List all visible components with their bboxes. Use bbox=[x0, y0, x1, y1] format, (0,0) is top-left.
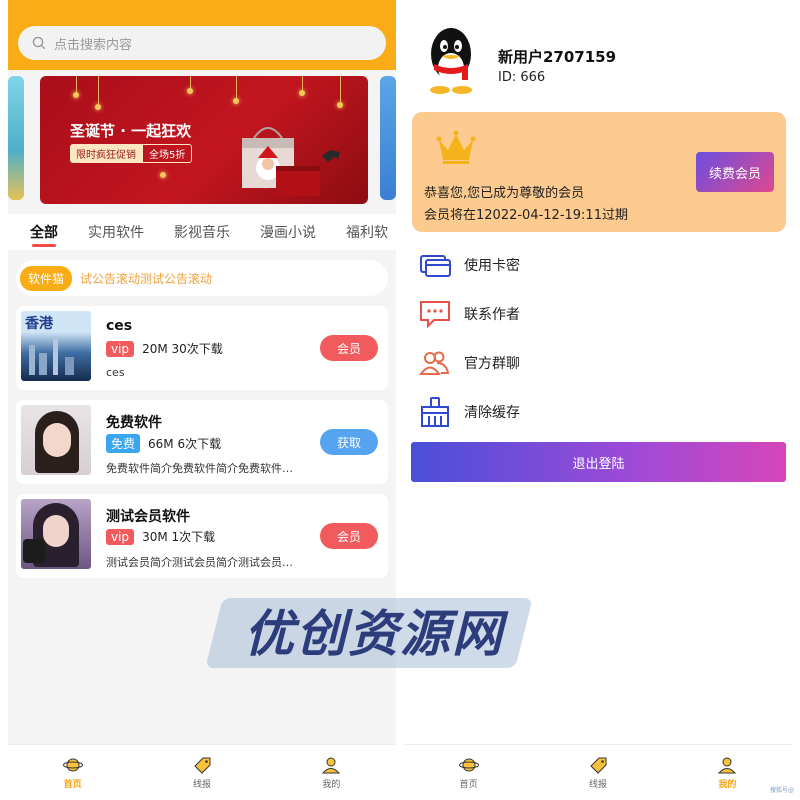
tabbar-news[interactable]: 线报 bbox=[137, 745, 266, 800]
renew-vip-button[interactable]: 续费会员 bbox=[696, 152, 774, 192]
tabbar-mine[interactable]: 我的 bbox=[267, 745, 396, 800]
profile-screen: 新用户2707159 ID: 666 恭喜您,您已成为尊敬的会员 会员将在120… bbox=[404, 0, 792, 800]
list-item[interactable]: 测试会员软件 vip 30M 1次下载 测试会员简介测试会员简介测试会员… 会员 bbox=[16, 494, 388, 578]
username: 新用户2707159 bbox=[498, 48, 617, 66]
menu-label: 清除缓存 bbox=[464, 404, 520, 421]
tab-utility[interactable]: 实用软件 bbox=[88, 222, 144, 250]
settings-menu: 使用卡密 联系作者 官方群聊 清除缓存 bbox=[404, 240, 792, 436]
logout-button[interactable]: 退出登陆 bbox=[411, 442, 786, 482]
get-button[interactable]: 获取 bbox=[320, 429, 378, 455]
banner-prev-peek[interactable] bbox=[8, 76, 24, 200]
item-desc: 测试会员简介测试会员简介测试会员… bbox=[106, 556, 293, 569]
banner-carousel[interactable]: 圣诞节 · 一起狂欢 限时疯狂促销 全场5折 bbox=[8, 76, 396, 214]
search-input[interactable]: 点击搜索内容 bbox=[18, 26, 386, 60]
avatar[interactable] bbox=[422, 24, 480, 96]
list-item[interactable]: 香港 ces vip 20M 30次下载 ces 会员 bbox=[16, 306, 388, 390]
tabbar-mine-label: 我的 bbox=[718, 779, 737, 790]
tabbar-home-label: 首页 bbox=[63, 779, 82, 790]
tabbar-mine-label: 我的 bbox=[322, 779, 341, 790]
item-name: 免费软件 bbox=[106, 415, 162, 431]
item-thumbnail-hongkong: 香港 bbox=[21, 311, 91, 381]
menu-official-group[interactable]: 官方群聊 bbox=[404, 338, 792, 387]
user-icon bbox=[322, 757, 341, 773]
tabbar-home[interactable]: 首页 bbox=[8, 745, 137, 800]
planet-icon bbox=[458, 758, 479, 771]
item-downloads: 6次下载 bbox=[177, 437, 222, 451]
list-item[interactable]: 免费软件 免费 66M 6次下载 免费软件简介免费软件简介免费软件… 获取 bbox=[16, 400, 388, 484]
thumbnail-text: 香港 bbox=[25, 316, 53, 332]
notice-badge: 软件猫 bbox=[20, 265, 73, 291]
tag-icon bbox=[590, 757, 607, 774]
menu-contact-author[interactable]: 联系作者 bbox=[404, 289, 792, 338]
search-icon bbox=[32, 36, 46, 50]
menu-clear-cache[interactable]: 清除缓存 bbox=[404, 387, 792, 436]
banner-tag-discount: 全场5折 bbox=[142, 144, 193, 163]
search-placeholder: 点击搜索内容 bbox=[54, 37, 133, 53]
item-thumbnail-portrait bbox=[21, 405, 91, 475]
user-id: ID: 666 bbox=[498, 70, 546, 85]
vip-expiry-text: 会员将在12022-04-12-19:11过期 bbox=[424, 208, 628, 223]
notice-text: 试公告滚动测试公告滚动 bbox=[80, 271, 213, 286]
notice-bar[interactable]: 软件猫 试公告滚动测试公告滚动 bbox=[16, 260, 388, 296]
item-size: 20M bbox=[142, 341, 168, 356]
item-name: ces bbox=[106, 318, 133, 334]
menu-label: 联系作者 bbox=[464, 306, 520, 323]
banner-christmas[interactable]: 圣诞节 · 一起狂欢 限时疯狂促销 全场5折 bbox=[40, 76, 368, 204]
tab-comic-novel[interactable]: 漫画小说 bbox=[260, 222, 316, 250]
top-bar: 点击搜索内容 bbox=[8, 0, 396, 70]
tabbar-home-label: 首页 bbox=[459, 779, 478, 790]
crown-icon bbox=[436, 130, 476, 164]
vip-status-card: 恭喜您,您已成为尊敬的会员 会员将在12022-04-12-19:11过期 续费… bbox=[412, 112, 786, 232]
watermark-text: 优创资源网 bbox=[244, 605, 504, 663]
gift-bag-icon bbox=[242, 127, 340, 196]
group-icon bbox=[419, 351, 450, 375]
menu-label: 官方群聊 bbox=[464, 355, 520, 372]
tab-video-music[interactable]: 影视音乐 bbox=[174, 222, 230, 250]
item-name: 测试会员软件 bbox=[106, 509, 190, 525]
item-tag: 免费 bbox=[106, 434, 141, 453]
member-button[interactable]: 会员 bbox=[320, 523, 378, 549]
tab-welfare[interactable]: 福利软 bbox=[346, 222, 388, 250]
user-icon bbox=[718, 757, 737, 773]
card-icon bbox=[420, 254, 451, 277]
planet-icon bbox=[62, 758, 83, 771]
item-desc: ces bbox=[106, 366, 125, 379]
item-size: 66M bbox=[148, 436, 174, 451]
broom-icon bbox=[421, 396, 449, 427]
menu-label: 使用卡密 bbox=[464, 257, 520, 274]
item-size: 30M bbox=[142, 529, 168, 544]
banner-title: 圣诞节 · 一起狂欢 bbox=[70, 122, 192, 140]
chat-icon bbox=[420, 300, 450, 328]
item-thumbnail-portrait bbox=[21, 499, 91, 569]
bottom-tab-bar: 首页 线报 我的 bbox=[8, 744, 396, 800]
banner-tag-promo: 限时疯狂促销 bbox=[70, 144, 142, 163]
menu-use-card[interactable]: 使用卡密 bbox=[404, 240, 792, 289]
home-screen: 点击搜索内容 圣诞节 · 一起狂欢 限时疯狂促销 全场5折 全部 实用软件 影视… bbox=[8, 0, 396, 800]
item-downloads: 1次下载 bbox=[171, 530, 216, 544]
item-desc: 免费软件简介免费软件简介免费软件… bbox=[106, 462, 293, 475]
tabbar-news[interactable]: 线报 bbox=[533, 745, 662, 800]
tab-all[interactable]: 全部 bbox=[30, 222, 58, 250]
bottom-tab-bar: 首页 线报 我的 bbox=[404, 744, 792, 800]
tabbar-news-label: 线报 bbox=[588, 779, 607, 790]
profile-header: 新用户2707159 ID: 666 bbox=[404, 0, 792, 104]
corner-watermark: 搜狐号@ bbox=[769, 787, 794, 794]
member-button[interactable]: 会员 bbox=[320, 335, 378, 361]
item-tag: vip bbox=[106, 340, 135, 357]
vip-congrats-text: 恭喜您,您已成为尊敬的会员 bbox=[424, 186, 585, 201]
tabbar-home[interactable]: 首页 bbox=[404, 745, 533, 800]
category-tabs: 全部 实用软件 影视音乐 漫画小说 福利软 bbox=[8, 214, 396, 250]
tabbar-news-label: 线报 bbox=[192, 779, 211, 790]
item-tag: vip bbox=[106, 528, 135, 545]
tag-icon bbox=[194, 757, 211, 774]
banner-next-peek[interactable] bbox=[380, 76, 396, 200]
item-downloads: 30次下载 bbox=[171, 342, 223, 356]
